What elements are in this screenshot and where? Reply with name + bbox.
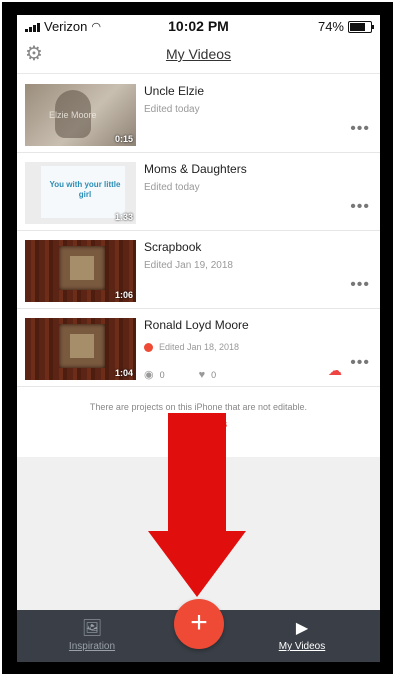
annotation-arrow-icon [148,413,246,597]
arrow-shape [148,413,246,597]
